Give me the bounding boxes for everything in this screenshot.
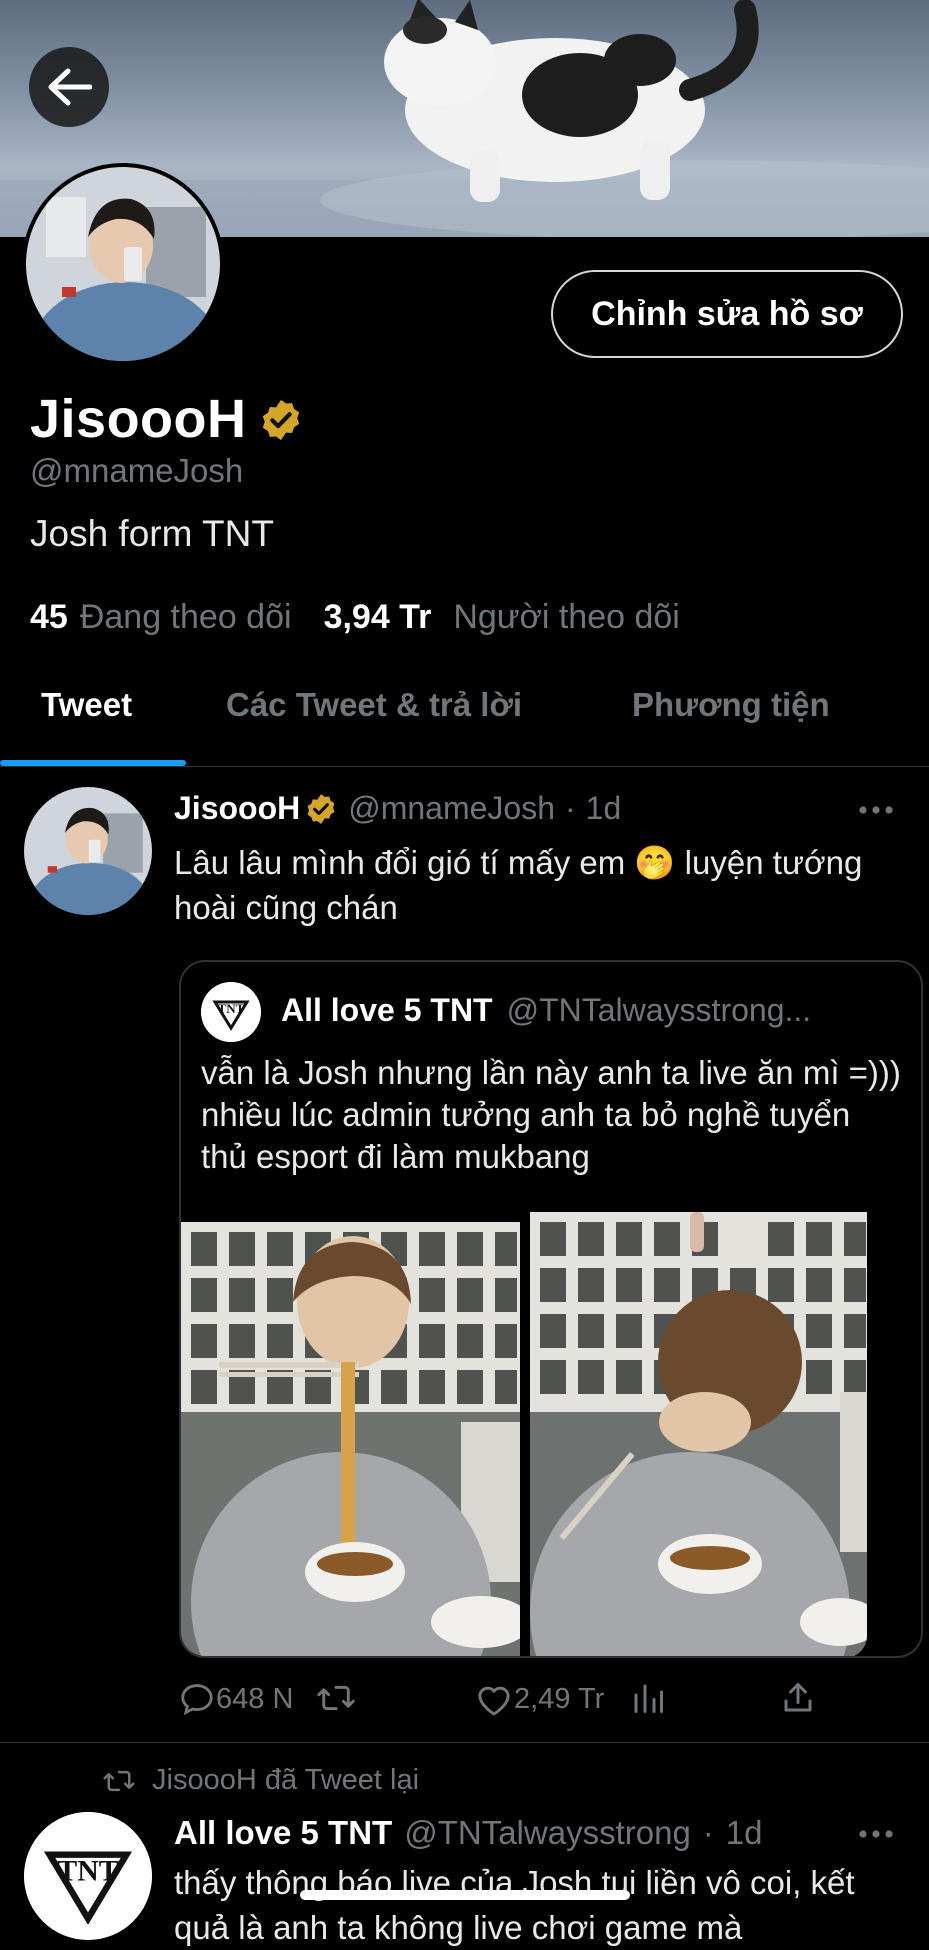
tweet-author-name[interactable]: JisoooH — [174, 790, 300, 827]
heart-icon — [478, 1686, 510, 1716]
tweet-time[interactable]: 1d — [586, 790, 622, 827]
profile-avatar[interactable] — [22, 163, 224, 365]
analytics-button[interactable] — [630, 1680, 666, 1716]
profile-bio: Josh form TNT — [30, 513, 274, 554]
avatar-photo — [26, 167, 220, 361]
profile-handle: @mnameJosh — [30, 452, 244, 489]
tab-tweets[interactable]: Tweet — [41, 686, 132, 724]
profile-stats: 45 Đang theo dõi 3,94 Tr Người theo dõi — [30, 598, 680, 637]
svg-text:TNT: TNT — [218, 1001, 245, 1016]
tweet-separator: · — [565, 790, 576, 826]
share-button[interactable] — [780, 1680, 816, 1716]
followers-link[interactable]: 3,94 Tr Người theo dõi — [324, 598, 680, 637]
retweet-icon — [103, 1770, 135, 1791]
retweet-time[interactable]: 1d — [726, 1814, 763, 1852]
following-label: Đang theo dõi — [79, 598, 292, 636]
more-options-icon[interactable] — [858, 1827, 894, 1841]
retweet-text: thấy thông báo live của Josh tui liền vô… — [174, 1864, 855, 1946]
home-indicator[interactable] — [300, 1890, 630, 1900]
tweet-divider — [0, 1742, 929, 1743]
tweet-author-avatar[interactable] — [24, 787, 152, 915]
reply-bubble-icon — [181, 1684, 213, 1716]
verified-badge-icon — [262, 399, 300, 441]
following-count: 45 — [30, 598, 68, 636]
following-link[interactable]: 45 Đang theo dõi — [30, 598, 292, 637]
retweet-icon — [317, 1685, 355, 1711]
photo-noodles-1 — [181, 1222, 520, 1656]
quoted-author-avatar: TNT — [201, 982, 261, 1042]
quoted-tweet[interactable]: TNT All love 5 TNT @TNTalwaysstrong... vẫ… — [179, 960, 923, 1658]
profile-tabs: Tweet Các Tweet & trả lời Phương tiện — [0, 668, 929, 768]
quoted-author-name: All love 5 TNT — [281, 992, 493, 1028]
retweeted-label: JisoooH đã Tweet lại — [152, 1764, 420, 1796]
tweet-actions: 648 N 2,49 Tr — [174, 1680, 874, 1726]
quoted-tweet-text: vẫn là Josh nhưng lần này anh ta live ăn… — [201, 1054, 901, 1175]
retweeted-indicator: JisoooH đã Tweet lại — [100, 1764, 419, 1797]
quoted-media-photo-1[interactable] — [181, 1222, 520, 1656]
share-icon — [784, 1683, 812, 1712]
tweet-author-handle[interactable]: @mnameJosh — [348, 790, 555, 827]
tab-tweets-and-replies[interactable]: Các Tweet & trả lời — [226, 686, 522, 724]
retweet-button[interactable] — [316, 1680, 356, 1716]
like-button[interactable]: 2,49 Tr — [474, 1680, 604, 1718]
arrow-left-icon — [48, 68, 92, 106]
tweet-text: Lâu lâu mình đổi gió tí mấy em 🤭 luyện t… — [174, 844, 863, 926]
like-count: 2,49 Tr — [514, 1682, 605, 1715]
retweet-author-handle[interactable]: @TNTalwaysstrong — [404, 1814, 691, 1852]
retweet-author-name[interactable]: All love 5 TNT — [174, 1814, 392, 1852]
retweet-header: All love 5 TNT @TNTalwaysstrong · 1d — [174, 1814, 763, 1852]
reply-button[interactable]: 648 N — [178, 1680, 293, 1718]
tab-media[interactable]: Phương tiện — [632, 686, 830, 724]
followers-count: 3,94 Tr — [323, 598, 432, 636]
retweet-author-avatar[interactable]: TNT — [24, 1812, 152, 1940]
profile-display-name: JisoooH — [30, 389, 247, 449]
followers-label: Người theo dõi — [453, 598, 680, 636]
quoted-tweet-header: All love 5 TNT @TNTalwaysstrong... — [281, 992, 811, 1029]
photo-noodles-2 — [530, 1212, 867, 1656]
more-options-icon[interactable] — [858, 803, 894, 817]
verified-badge-icon — [307, 793, 335, 824]
avatar-photo — [24, 787, 152, 915]
edit-profile-button[interactable]: Chỉnh sửa hồ sơ — [551, 270, 903, 358]
svg-text:TNT: TNT — [57, 1854, 118, 1887]
back-button[interactable] — [29, 47, 109, 127]
reply-count: 648 N — [216, 1682, 294, 1715]
tnt-logo-icon: TNT — [24, 1812, 152, 1940]
tabs-divider — [0, 766, 929, 767]
quoted-media-photo-2[interactable] — [530, 1212, 867, 1656]
tnt-logo-icon: TNT — [201, 982, 261, 1042]
tweet-header: JisoooH @mnameJosh · 1d — [174, 790, 621, 827]
analytics-bars-icon — [634, 1684, 663, 1713]
quoted-author-handle: @TNTalwaysstrong... — [506, 992, 812, 1028]
retweet-separator: · — [702, 1814, 714, 1851]
